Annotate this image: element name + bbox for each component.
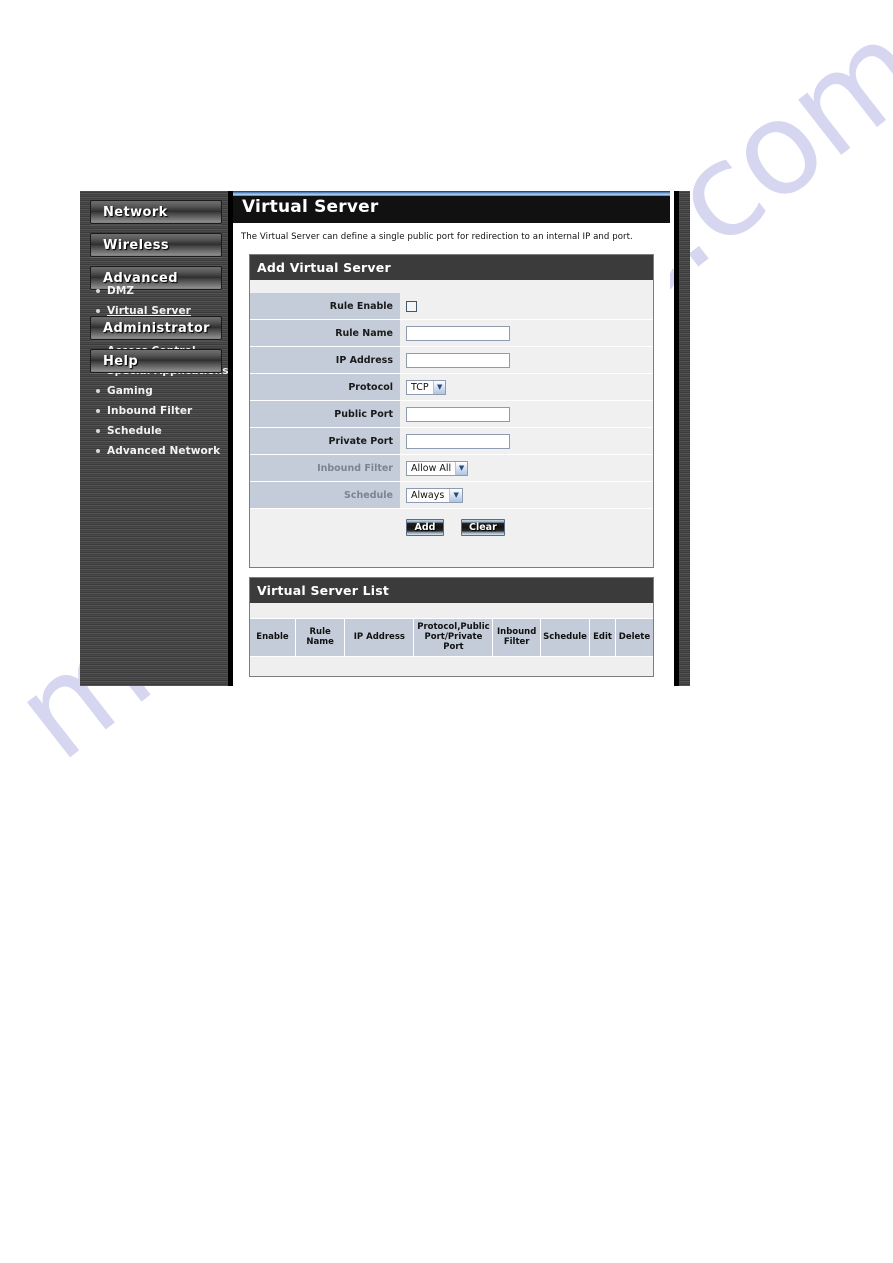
rule-name-input[interactable]	[406, 325, 510, 341]
chevron-down-icon: ▼	[455, 461, 467, 475]
schedule-select-value: Always	[411, 489, 445, 501]
sidebar-nav-help[interactable]: Help	[90, 349, 222, 373]
sidebar-item-inbound-filter-label: Inbound Filter	[107, 405, 193, 417]
col-header-ip-address: IP Address	[344, 617, 415, 658]
sidebar-nav-network[interactable]: Network	[90, 200, 222, 224]
private-port-field	[400, 433, 653, 449]
ip-address-label: IP Address	[250, 347, 400, 373]
add-panel-bottom-pad	[250, 545, 653, 567]
sidebar-nav-wireless-label: Wireless	[103, 237, 169, 253]
col-header-protocol-ports: Protocol,Public Port/Private Port	[413, 617, 494, 658]
bullet-icon	[96, 409, 100, 413]
sidebar-item-schedule-label: Schedule	[107, 425, 162, 437]
inbound-filter-select[interactable]: Allow All ▼	[406, 460, 468, 476]
bullet-icon	[96, 449, 100, 453]
add-panel-title: Add Virtual Server	[250, 255, 653, 280]
inbound-filter-select-value: Allow All	[411, 462, 452, 474]
private-port-input[interactable]	[406, 433, 510, 449]
rule-enable-label: Rule Enable	[250, 293, 400, 319]
rule-enable-field	[400, 300, 653, 312]
public-port-field	[400, 406, 653, 422]
virtual-server-list-panel: Virtual Server List Enable Rule Name IP …	[249, 577, 654, 678]
ip-address-field	[400, 352, 653, 368]
ip-address-input[interactable]	[406, 352, 510, 368]
page-header: Virtual Server	[228, 191, 670, 223]
col-header-schedule: Schedule	[540, 617, 591, 658]
bullet-icon	[96, 429, 100, 433]
protocol-label: Protocol	[250, 374, 400, 400]
sidebar-nav-administrator[interactable]: Administrator	[90, 316, 222, 340]
sidebar-item-inbound-filter[interactable]: Inbound Filter	[96, 401, 226, 421]
router-admin-window: Network Wireless Advanced DMZ Virtual Se…	[80, 191, 690, 686]
form-row-public-port: Public Port	[250, 401, 653, 428]
bullet-icon	[96, 309, 100, 313]
main-content: Virtual Server The Virtual Server can de…	[228, 191, 670, 686]
form-row-inbound-filter: Inbound Filter Allow All ▼	[250, 455, 653, 482]
sidebar-item-dmz[interactable]: DMZ	[96, 281, 226, 301]
col-header-edit: Edit	[589, 617, 616, 658]
table-header-row: Enable Rule Name IP Address Protocol,Pub…	[250, 617, 653, 658]
col-header-inbound-filter: Inbound Filter	[492, 617, 541, 658]
list-top-spacer	[250, 603, 653, 618]
list-empty-area	[250, 657, 653, 677]
col-header-enable: Enable	[250, 617, 296, 658]
rule-enable-checkbox[interactable]	[406, 300, 417, 312]
sidebar-nav-network-label: Network	[103, 204, 168, 220]
clear-button[interactable]: Clear	[461, 518, 505, 536]
rule-name-field	[400, 325, 653, 341]
content-body: The Virtual Server can define a single p…	[228, 223, 670, 686]
inbound-filter-field: Allow All ▼	[400, 460, 653, 476]
virtual-server-table: Enable Rule Name IP Address Protocol,Pub…	[250, 617, 653, 658]
protocol-select-value: TCP	[411, 381, 429, 393]
list-panel-title: Virtual Server List	[250, 578, 653, 603]
col-header-delete: Delete	[615, 617, 653, 658]
form-row-ip-address: IP Address	[250, 347, 653, 374]
sidebar-item-gaming-label: Gaming	[107, 385, 153, 397]
form-row-schedule: Schedule Always ▼	[250, 482, 653, 509]
add-button[interactable]: Add	[406, 518, 444, 536]
form-row-rule-name: Rule Name	[250, 320, 653, 347]
schedule-label: Schedule	[250, 482, 400, 508]
page-title: Virtual Server	[242, 197, 379, 217]
chevron-down-icon: ▼	[433, 380, 445, 394]
sidebar-nav-help-label: Help	[103, 353, 139, 369]
bullet-icon	[96, 389, 100, 393]
header-accent-bar	[233, 191, 670, 196]
form-row-private-port: Private Port	[250, 428, 653, 455]
sidebar-item-gaming[interactable]: Gaming	[96, 381, 226, 401]
chevron-down-icon: ▼	[449, 488, 462, 502]
rule-name-label: Rule Name	[250, 320, 400, 346]
sidebar-item-dmz-label: DMZ	[107, 285, 135, 297]
public-port-label: Public Port	[250, 401, 400, 427]
private-port-label: Private Port	[250, 428, 400, 454]
sidebar-item-schedule[interactable]: Schedule	[96, 421, 226, 441]
window-right-edge	[674, 191, 690, 686]
form-row-rule-enable: Rule Enable	[250, 293, 653, 320]
add-panel-body: Rule Enable Rule Name IP Address Protoco…	[250, 280, 653, 567]
sidebar-item-advanced-network-label: Advanced Network	[107, 445, 221, 457]
schedule-field: Always ▼	[400, 487, 653, 503]
inbound-filter-label: Inbound Filter	[250, 455, 400, 481]
protocol-select[interactable]: TCP ▼	[406, 379, 446, 395]
window-right-edge-shadow	[674, 191, 679, 686]
add-panel-button-row: Add Clear	[250, 509, 653, 545]
sidebar: Network Wireless Advanced DMZ Virtual Se…	[80, 191, 232, 686]
add-virtual-server-panel: Add Virtual Server Rule Enable Rule Name	[249, 254, 654, 568]
public-port-input[interactable]	[406, 406, 510, 422]
schedule-select[interactable]: Always ▼	[406, 487, 463, 503]
bullet-icon	[96, 289, 100, 293]
sidebar-item-advanced-network[interactable]: Advanced Network	[96, 441, 226, 461]
panel-top-spacer	[250, 280, 653, 293]
form-row-protocol: Protocol TCP ▼	[250, 374, 653, 401]
sidebar-nav-wireless[interactable]: Wireless	[90, 233, 222, 257]
protocol-field: TCP ▼	[400, 379, 653, 395]
page-description: The Virtual Server can define a single p…	[241, 232, 633, 242]
col-header-rule-name: Rule Name	[295, 617, 346, 658]
sidebar-nav-administrator-label: Administrator	[103, 320, 210, 336]
